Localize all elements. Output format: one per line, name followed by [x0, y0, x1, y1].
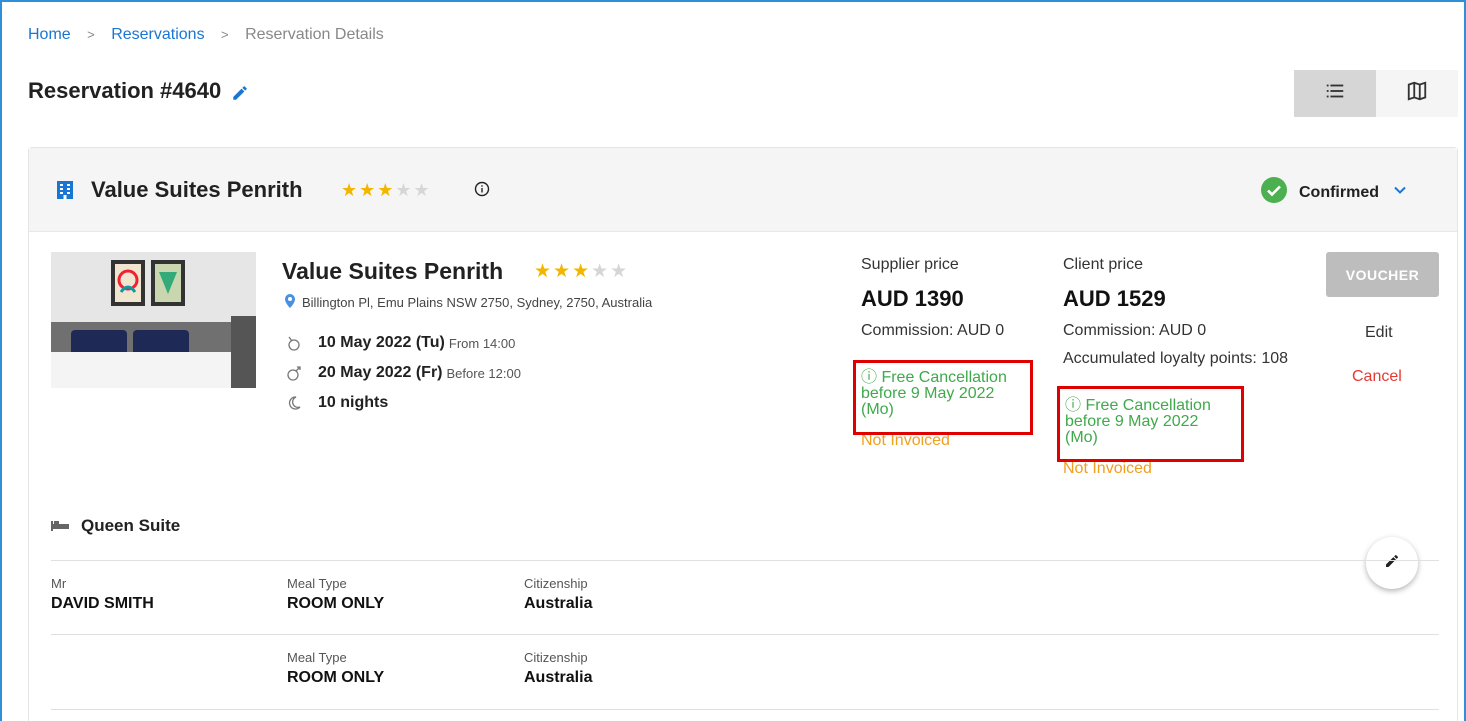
checkin-date: 10 May 2022 (Tu)	[318, 334, 445, 351]
map-view-button[interactable]	[1376, 70, 1458, 117]
status-text: Confirmed	[1299, 183, 1379, 201]
bed-icon	[51, 516, 69, 536]
address-text: Billington Pl, Emu Plains NSW 2750, Sydn…	[302, 295, 653, 310]
divider	[51, 560, 1439, 561]
card-header[interactable]: Value Suites Penrith ★★★★★ Confirmed	[29, 148, 1457, 232]
citizenship-value: Australia	[524, 669, 593, 686]
breadcrumb-home-link[interactable]: Home	[28, 26, 71, 43]
edit-link[interactable]: Edit	[1365, 324, 1393, 342]
highlight-box	[853, 360, 1033, 435]
meal-type-label: Meal Type	[287, 576, 347, 591]
checkin-row: 10 May 2022 (Tu) From 14:00	[284, 334, 515, 352]
meal-type-cell: Meal Type ROOM ONLY	[287, 650, 384, 687]
citizenship-value: Australia	[524, 595, 593, 612]
checkout-row: 20 May 2022 (Fr) Before 12:00	[284, 364, 521, 382]
supplier-price-block: Supplier price AUD 1390 Commission: AUD …	[861, 256, 1004, 340]
building-icon	[55, 180, 75, 205]
star-off: ★★	[395, 180, 432, 200]
client-price-value: AUD 1529	[1063, 286, 1166, 311]
page-frame: Home > Reservations > Reservation Detail…	[0, 0, 1466, 721]
client-price-block: Client price AUD 1529 Commission: AUD 0 …	[1063, 256, 1288, 368]
checkin-icon	[284, 335, 304, 351]
view-toggle	[1294, 70, 1458, 117]
edit-room-button[interactable]	[1366, 537, 1418, 589]
supplier-price-label: Supplier price	[861, 256, 959, 273]
star-on: ★★★	[341, 180, 396, 200]
citizenship-label: Citizenship	[524, 576, 588, 591]
citizenship-cell: Citizenship Australia	[524, 576, 592, 613]
header-hotel-name: Value Suites Penrith	[91, 177, 303, 202]
guest-name-cell: Mr DAVID SMITH	[51, 576, 154, 613]
room-name: Queen Suite	[81, 516, 181, 535]
nights-count: 10 nights	[318, 394, 389, 411]
divider	[51, 709, 1439, 710]
divider	[51, 634, 1439, 635]
supplier-price-value: AUD 1390	[861, 286, 964, 311]
checkout-time: Before 12:00	[446, 365, 521, 381]
client-price-label: Client price	[1063, 256, 1144, 273]
checkout-icon	[284, 365, 304, 381]
page-title: Reservation #4640	[28, 78, 222, 103]
checkout-date: 20 May 2022 (Fr)	[318, 364, 443, 381]
reservation-card: Value Suites Penrith ★★★★★ Confirmed Val…	[28, 147, 1458, 721]
guest-title: Mr	[51, 576, 67, 591]
location-pin-icon	[284, 294, 296, 311]
breadcrumb: Home > Reservations > Reservation Detail…	[28, 26, 384, 44]
chevron-down-icon[interactable]	[1393, 183, 1407, 202]
check-circle-icon	[1261, 177, 1287, 208]
map-icon	[1406, 80, 1428, 107]
meal-type-value: ROOM ONLY	[287, 669, 385, 686]
hotel-address: Billington Pl, Emu Plains NSW 2750, Sydn…	[284, 294, 652, 311]
loyalty-points: Accumulated loyalty points: 108	[1063, 350, 1289, 367]
checkin-time: From 14:00	[448, 335, 516, 351]
hotel-star-rating: ★★★★★	[534, 260, 629, 283]
pencil-icon[interactable]	[231, 82, 249, 100]
voucher-button[interactable]: VOUCHER	[1326, 252, 1439, 297]
breadcrumb-separator: >	[87, 27, 95, 42]
pencil-icon	[1384, 553, 1400, 574]
guest-name: DAVID SMITH	[51, 595, 154, 612]
room-title: Queen Suite	[51, 516, 180, 536]
star-on: ★★★	[534, 261, 592, 282]
page-title-row: Reservation #4640	[28, 78, 249, 104]
info-icon[interactable]	[474, 181, 490, 202]
meal-type-value: ROOM ONLY	[287, 595, 385, 612]
breadcrumb-reservations-link[interactable]: Reservations	[111, 26, 204, 43]
list-view-button[interactable]	[1294, 70, 1376, 117]
client-commission: Commission: AUD 0	[1063, 322, 1207, 339]
list-icon	[1324, 80, 1346, 107]
moon-icon	[284, 395, 304, 411]
nights-row: 10 nights	[284, 394, 388, 412]
hotel-photo	[51, 252, 256, 388]
header-star-rating: ★★★★★	[341, 180, 432, 201]
star-off: ★★	[591, 261, 630, 282]
breadcrumb-current: Reservation Details	[245, 26, 384, 43]
citizenship-cell: Citizenship Australia	[524, 650, 592, 687]
cancel-link[interactable]: Cancel	[1352, 368, 1402, 386]
highlight-box	[1057, 386, 1244, 462]
hotel-name: Value Suites Penrith	[282, 258, 504, 284]
supplier-commission: Commission: AUD 0	[861, 322, 1005, 339]
client-invoice-status: Not Invoiced	[1063, 460, 1152, 477]
meal-type-label: Meal Type	[287, 650, 347, 665]
citizenship-label: Citizenship	[524, 650, 588, 665]
status-badge[interactable]: Confirmed	[1261, 177, 1407, 208]
meal-type-cell: Meal Type ROOM ONLY	[287, 576, 384, 613]
breadcrumb-separator: >	[221, 27, 229, 42]
